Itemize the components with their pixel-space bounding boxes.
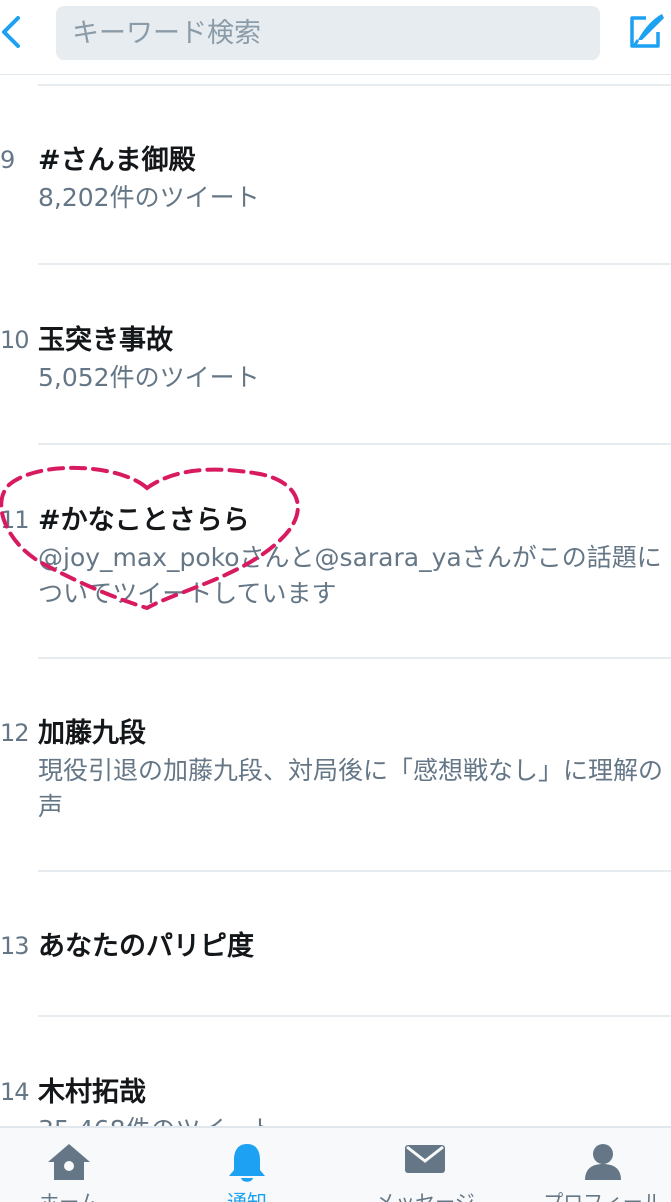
trend-topic: 加藤九段: [38, 718, 146, 749]
divider: [38, 84, 671, 86]
home-icon: [48, 1144, 90, 1180]
header-bar: [0, 0, 671, 75]
trend-meta: 8,202件のツイート: [38, 183, 260, 212]
trend-rank: 11: [0, 506, 30, 534]
divider: [38, 657, 671, 659]
divider: [38, 443, 671, 445]
divider: [38, 263, 671, 265]
trend-meta: @joy_max_pokoさんと@sarara_yaさんがこの話題についてツイー…: [38, 543, 662, 608]
trend-topic: #さんま御殿: [38, 145, 196, 176]
tab-bar: ホーム 通知 メッセージ プロフィール: [0, 1126, 671, 1202]
trend-topic: #かなことさらら: [38, 505, 250, 536]
search-box[interactable]: [56, 6, 600, 60]
tab-messages[interactable]: メッセージ: [350, 1128, 500, 1202]
person-icon: [585, 1144, 621, 1180]
trend-rank: 10: [0, 326, 30, 354]
back-chevron-icon[interactable]: [0, 10, 30, 54]
trend-topic: 木村拓哉: [38, 1077, 146, 1108]
trend-meta: 5,052件のツイート: [38, 363, 260, 392]
trend-topic: 玉突き事故: [38, 325, 173, 356]
trend-meta: 現役引退の加藤九段、対局後に「感想戦なし」に理解の声: [38, 756, 664, 821]
bell-icon: [229, 1144, 265, 1182]
divider: [38, 870, 671, 872]
tab-profile[interactable]: プロフィール: [528, 1128, 671, 1202]
tab-home[interactable]: ホーム: [0, 1128, 144, 1202]
trend-rank: 14: [0, 1078, 30, 1106]
trend-rank: 13: [0, 932, 30, 960]
trend-topic: あなたのパリピ度: [38, 931, 254, 962]
divider: [38, 1015, 671, 1017]
trend-rank: 9: [0, 146, 15, 174]
trend-rank: 12: [0, 719, 30, 747]
search-input[interactable]: [56, 6, 592, 60]
tab-notifications[interactable]: 通知: [172, 1128, 322, 1202]
envelope-icon: [405, 1145, 445, 1173]
compose-icon[interactable]: [624, 10, 668, 54]
